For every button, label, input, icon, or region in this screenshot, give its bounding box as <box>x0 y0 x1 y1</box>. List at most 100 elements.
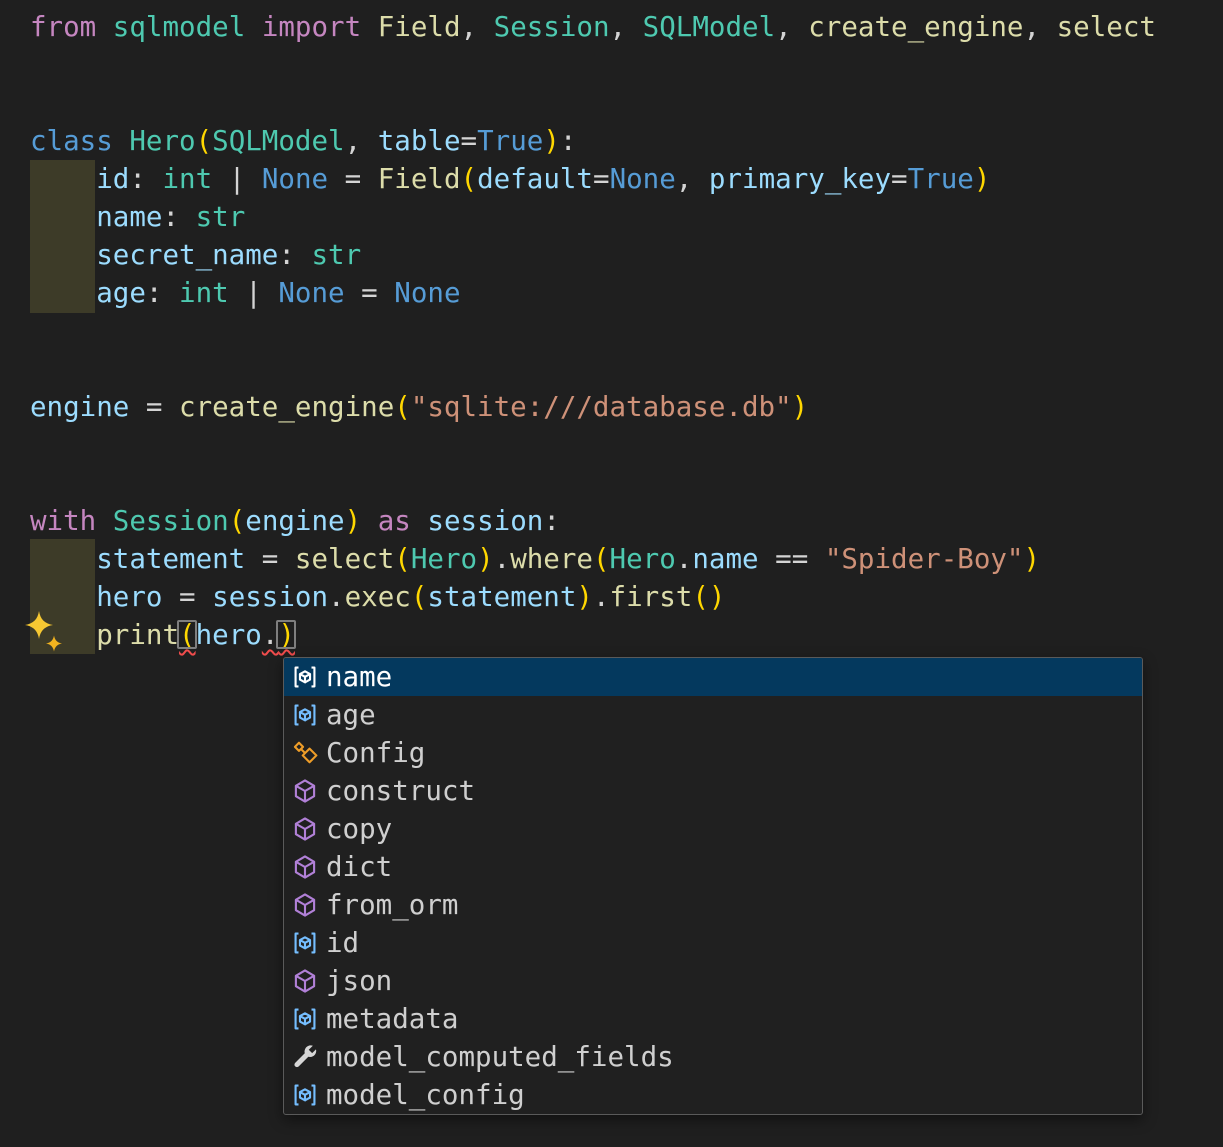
copilot-sparkle-icon[interactable] <box>24 610 66 654</box>
code-token: . <box>675 543 693 575</box>
suggest-item-age[interactable]: age <box>284 696 1142 734</box>
method-icon <box>289 891 321 919</box>
code-token: id <box>96 163 130 195</box>
suggest-item-label: metadata <box>326 1003 459 1035</box>
code-token: | <box>228 277 279 309</box>
code-token: : <box>559 125 577 157</box>
code-token: ) <box>543 125 560 157</box>
code-token: | <box>212 163 262 195</box>
code-token: Session <box>493 11 610 43</box>
code-line: name: str <box>30 198 1156 236</box>
code-token: Field <box>377 163 461 195</box>
suggest-item-metadata[interactable]: metadata <box>284 1000 1142 1038</box>
code-token: first <box>609 581 693 613</box>
suggest-item-label: model_config <box>326 1079 525 1111</box>
code-line: engine = create_engine("sqlite:///databa… <box>30 388 1156 426</box>
code-token: default <box>477 163 593 195</box>
field-icon <box>289 929 321 957</box>
code-token: : <box>145 277 180 309</box>
code-token: ( <box>460 163 478 195</box>
code-line: id: int | None = Field(default=None, pri… <box>30 160 1156 198</box>
code-token: engine <box>245 505 345 537</box>
code-token: primary_key <box>708 163 892 195</box>
code-token: . <box>261 619 279 651</box>
code-token: Session <box>112 505 229 537</box>
code-token: ( <box>410 581 428 613</box>
code-token: where <box>510 543 593 575</box>
suggest-item-dict[interactable]: dict <box>284 848 1142 886</box>
suggest-item-model_config[interactable]: model_config <box>284 1076 1142 1114</box>
suggest-widget[interactable]: name age Config construct copy dict from_ormid… <box>283 657 1143 1115</box>
code-token: = <box>593 163 610 195</box>
code-token: age <box>96 277 146 309</box>
code-token: = <box>245 543 295 575</box>
field-icon <box>289 663 321 691</box>
suggest-item-label: from_orm <box>326 889 459 921</box>
suggest-item-from_orm[interactable]: from_orm <box>284 886 1142 924</box>
code-token: Hero <box>609 543 676 575</box>
code-token: int <box>179 277 229 309</box>
code-token: = <box>129 391 180 423</box>
suggest-item-label: id <box>326 927 360 959</box>
code-token: select <box>294 543 395 575</box>
code-token: , <box>344 125 378 157</box>
suggest-item-construct[interactable]: construct <box>284 772 1142 810</box>
code-token: None <box>278 277 345 309</box>
code-token: str <box>195 201 246 233</box>
code-line: hero = session.exec(statement).first() <box>30 578 1156 616</box>
code-token: ) <box>708 581 726 613</box>
code-token: with <box>30 505 113 537</box>
code-token: table <box>377 125 461 157</box>
code-token: name <box>96 201 163 233</box>
method-icon <box>289 967 321 995</box>
code-token: . <box>493 543 511 575</box>
code-editor-screen: { "palette": { "editor_bg": "#1f1f1f", "… <box>0 0 1223 1147</box>
suggest-item-model_computed_fields[interactable]: model_computed_fields <box>284 1038 1142 1076</box>
code-token: session <box>212 581 329 613</box>
code-token: create_engine <box>808 11 1024 43</box>
code-token: True <box>477 125 544 157</box>
code-token: None <box>261 163 329 195</box>
method-icon <box>289 777 321 805</box>
suggest-item-name[interactable]: name <box>284 658 1142 696</box>
code-token: : <box>162 201 196 233</box>
code-token: = <box>460 125 478 157</box>
suggest-item-copy[interactable]: copy <box>284 810 1142 848</box>
method-icon <box>289 815 321 843</box>
code-token: = <box>891 163 908 195</box>
code-token: None <box>609 163 676 195</box>
field-icon <box>289 1081 321 1109</box>
code-token: statement <box>96 543 246 575</box>
suggest-item-label: dict <box>326 851 393 883</box>
code-line: print(hero.) <box>30 616 1156 654</box>
code-token: secret_name <box>96 239 279 271</box>
suggest-item-label: json <box>326 965 393 997</box>
code-token: Hero <box>410 543 478 575</box>
code-line: class Hero(SQLModel, table=True): <box>30 122 1156 160</box>
suggest-item-Config[interactable]: Config <box>284 734 1142 772</box>
code-token: ) <box>278 619 295 651</box>
code-token: . <box>592 581 610 613</box>
code-lines: from sqlmodel import Field, Session, SQL… <box>0 8 1156 654</box>
code-token: exec <box>344 581 411 613</box>
code-token: int <box>162 163 213 195</box>
code-token: select <box>1056 11 1156 43</box>
property-icon <box>289 1043 321 1071</box>
code-token: , <box>1023 11 1057 43</box>
code-token: name <box>692 543 759 575</box>
code-token: ( <box>394 543 411 575</box>
suggest-item-label: age <box>326 699 376 731</box>
code-token: SQLModel <box>642 11 776 43</box>
suggest-item-json[interactable]: json <box>284 962 1142 1000</box>
code-line: age: int | None = None <box>30 274 1156 312</box>
code-token: Field <box>377 11 461 43</box>
code-token: "Spider-Boy" <box>824 543 1024 575</box>
suggest-item-id[interactable]: id <box>284 924 1142 962</box>
